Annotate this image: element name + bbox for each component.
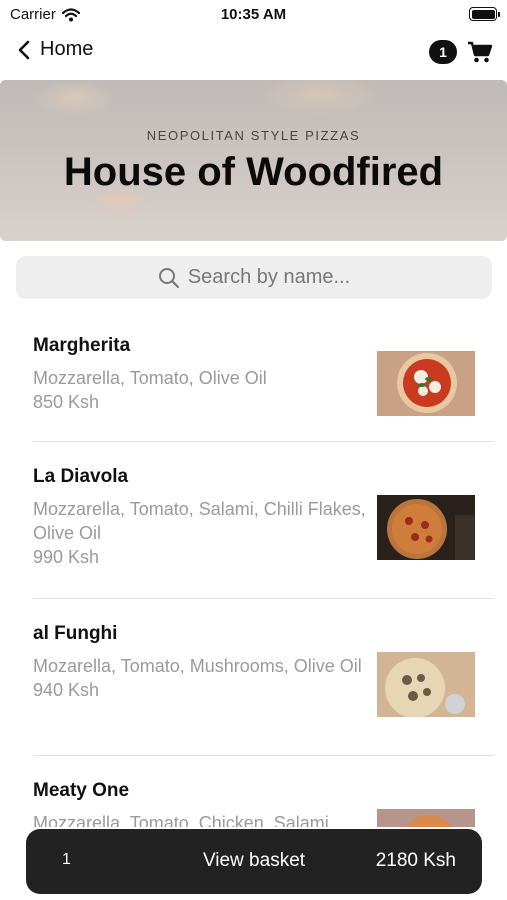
menu-list[interactable]: Margherita Mozzarella, Tomato, Olive Oil… xyxy=(0,312,507,827)
item-image xyxy=(377,351,475,416)
restaurant-subtitle: NEOPOLITAN STYLE PIZZAS xyxy=(146,128,361,143)
item-description: Mozzarella, Tomato, Chicken, Salami xyxy=(33,813,329,827)
pizza-photo xyxy=(377,652,475,717)
menu-item[interactable]: La Diavola Mozzarella, Tomato, Salami, C… xyxy=(33,442,494,599)
item-name: Meaty One xyxy=(33,780,130,801)
item-description: Mozarella, Tomato, Mushrooms, Olive Oil xyxy=(33,656,362,676)
restaurant-title: House of Woodfired xyxy=(63,150,444,194)
basket-total: 2180 Ksh xyxy=(375,850,456,871)
cart-icon xyxy=(468,41,493,63)
cart-count-badge: 1 xyxy=(429,40,457,64)
item-image xyxy=(377,652,475,717)
menu-item[interactable]: Meaty One Mozzarella, Tomato, Chicken, S… xyxy=(33,756,494,827)
item-price: 990 Ksh xyxy=(33,547,100,567)
view-basket-button[interactable]: 1 View basket 2180 Ksh xyxy=(26,829,482,894)
search-icon xyxy=(158,267,179,288)
item-image xyxy=(377,495,475,560)
menu-item[interactable]: al Funghi Mozarella, Tomato, Mushrooms, … xyxy=(33,599,494,756)
search-input[interactable]: Search by name... xyxy=(16,256,492,299)
back-button[interactable]: Home xyxy=(18,38,93,61)
item-price: 940 Ksh xyxy=(33,680,100,700)
cart-button[interactable]: 1 xyxy=(429,40,493,64)
item-image xyxy=(377,809,475,827)
item-name: La Diavola xyxy=(33,466,129,487)
back-label: Home xyxy=(40,38,94,60)
restaurant-banner: NEOPOLITAN STYLE PIZZAS House of Woodfir… xyxy=(0,80,507,241)
pizza-photo xyxy=(377,495,475,560)
pizza-photo xyxy=(377,809,475,827)
battery-icon xyxy=(469,7,500,21)
item-name: Margherita xyxy=(33,335,131,356)
menu-item[interactable]: Margherita Mozzarella, Tomato, Olive Oil… xyxy=(33,312,494,442)
item-description: Mozzarella, Tomato, Salami, Chilli Flake… xyxy=(33,499,366,543)
item-price: 850 Ksh xyxy=(33,392,100,412)
item-name: al Funghi xyxy=(33,623,118,644)
nav-bar: Home 1 xyxy=(0,32,507,74)
search-placeholder: Search by name... xyxy=(187,266,351,288)
pizza-photo xyxy=(377,351,475,416)
status-bar: Carrier 10:35 AM xyxy=(0,0,507,30)
clock: 10:35 AM xyxy=(220,6,287,23)
chevron-left-icon xyxy=(18,40,30,59)
item-description: Mozzarella, Tomato, Olive Oil xyxy=(33,368,267,388)
